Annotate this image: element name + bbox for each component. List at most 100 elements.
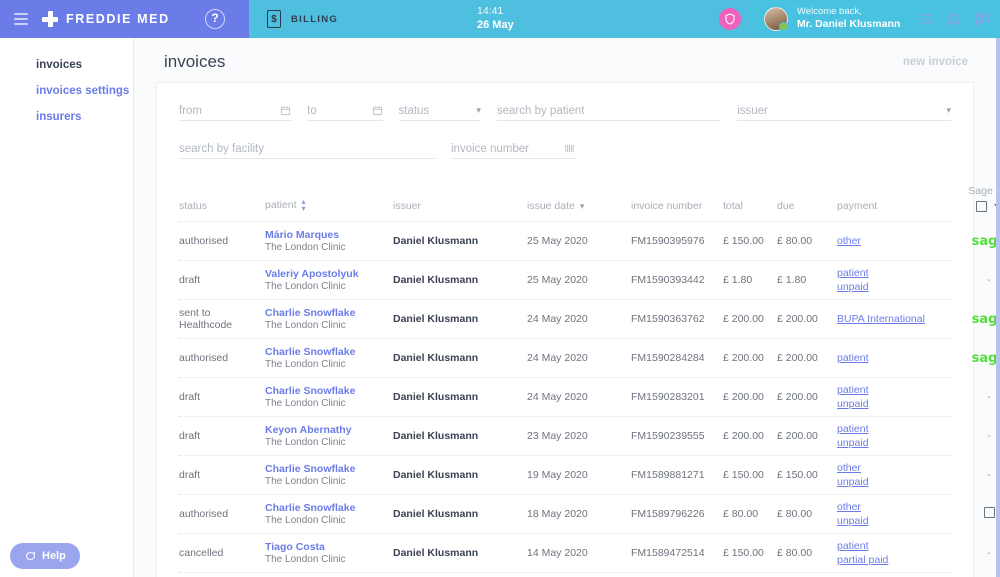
th-patient[interactable]: patient ▴▾ [265,198,393,212]
cell-patient[interactable]: Tiago CostaThe London Clinic [265,541,393,565]
search-facility-input[interactable]: search by facility [179,139,435,159]
new-invoice-button[interactable]: new invoice [903,56,968,68]
cell-sage[interactable] [961,507,1000,521]
cell-payment[interactable]: patient [837,351,961,365]
chevron-down-icon[interactable]: ▾ [580,201,585,212]
th-sage-label: Sage int. [961,185,1000,197]
sage-row-checkbox[interactable] [984,507,995,518]
cell-sage[interactable]: - [961,469,1000,481]
issuer-label: issuer [737,105,768,117]
cell-sage[interactable]: - [961,391,1000,403]
cell-issuer: Daniel Klusmann [393,313,527,325]
cell-sage[interactable]: - [961,547,1000,559]
cell-sage[interactable]: sage [961,234,1000,249]
patient-name-link[interactable]: Mário Marques [265,229,393,241]
issuer-select[interactable]: issuer ▾ [737,101,951,121]
patient-name-link[interactable]: Charlie Snowflake [265,385,393,397]
status-select[interactable]: status ▾ [399,101,481,121]
cell-sage[interactable]: - [961,274,1000,286]
cell-payment[interactable]: other [837,234,961,248]
cell-sage[interactable]: - [961,430,1000,442]
chat-icon[interactable] [974,11,990,27]
sidebar-item-invoices-settings[interactable]: invoices settings [0,78,133,104]
table-row[interactable]: draftValeriy ApostolyukThe London Clinic… [179,260,951,299]
payment-status-link[interactable]: unpaid [837,397,961,411]
cell-patient[interactable]: Valeriy ApostolyukThe London Clinic [265,268,393,292]
th-issue-date[interactable]: issue date ▾ [527,200,631,212]
payment-payer-link[interactable]: BUPA International [837,312,961,326]
table-row[interactable]: draftCharlie SnowflakeThe London ClinicD… [179,377,951,416]
cell-sage[interactable]: sage [961,312,1000,327]
calendar-icon[interactable] [280,105,291,116]
table-row[interactable]: authorisedAlfonso BartoliThe London Clin… [179,572,951,577]
invoice-number-input[interactable]: invoice number [451,139,575,159]
payment-status-link[interactable]: unpaid [837,475,961,489]
cell-payment[interactable]: otherunpaid [837,461,961,489]
patient-name-link[interactable]: Keyon Abernathy [265,424,393,436]
help-widget-button[interactable]: Help [10,543,80,569]
patient-name-link[interactable]: Charlie Snowflake [265,346,393,358]
cell-sage[interactable]: sage [961,351,1000,366]
cell-payment[interactable]: patientunpaid [837,422,961,450]
table-row[interactable]: authorisedMário MarquesThe London Clinic… [179,221,951,260]
cell-payment[interactable]: patientpartial paid [837,539,961,567]
payment-status-link[interactable]: unpaid [837,436,961,450]
table-row[interactable]: sent to HealthcodeCharlie SnowflakeThe L… [179,299,951,338]
calendar-icon[interactable] [372,105,383,116]
payment-payer-link[interactable]: patient [837,266,961,280]
payment-payer-link[interactable]: other [837,461,961,475]
cell-patient[interactable]: Charlie SnowflakeThe London Clinic [265,307,393,331]
chevron-down-icon[interactable]: ▾ [946,105,951,116]
task-list-icon[interactable] [918,11,934,27]
table-row[interactable]: authorisedCharlie SnowflakeThe London Cl… [179,338,951,377]
patient-name-link[interactable]: Tiago Costa [265,541,393,553]
date-to-field[interactable]: to [307,101,382,121]
billing-module-tab[interactable]: $ BILLING [249,10,338,28]
patient-name-link[interactable]: Valeriy Apostolyuk [265,268,393,280]
shield-badge-icon[interactable] [719,8,741,30]
payment-payer-link[interactable]: other [837,500,961,514]
payment-payer-link[interactable]: patient [837,383,961,397]
cell-patient[interactable]: Charlie SnowflakeThe London Clinic [265,346,393,370]
sage-select-all-checkbox[interactable] [976,201,987,212]
cell-payment[interactable]: otherunpaid [837,500,961,528]
payment-payer-link[interactable]: other [837,234,961,248]
caret-down-icon[interactable] [994,204,1000,209]
cell-patient[interactable]: Charlie SnowflakeThe London Clinic [265,463,393,487]
cell-patient[interactable]: Keyon AbernathyThe London Clinic [265,424,393,448]
date-from-field[interactable]: from [179,101,291,121]
cell-patient[interactable]: Charlie SnowflakeThe London Clinic [265,502,393,526]
sort-icon[interactable]: ▴▾ [302,198,306,212]
cell-payment[interactable]: patientunpaid [837,266,961,294]
table-row[interactable]: cancelledTiago CostaThe London ClinicDan… [179,533,951,572]
chevron-down-icon[interactable]: ▾ [476,105,481,116]
user-section: Welcome back, Mr. Daniel Klusmann [750,0,1000,38]
cell-issue-date: 24 May 2020 [527,313,631,325]
payment-status-link[interactable]: unpaid [837,514,961,528]
payment-payer-link[interactable]: patient [837,351,961,365]
bell-icon[interactable] [946,11,962,27]
cell-patient[interactable]: Mário MarquesThe London Clinic [265,229,393,253]
cell-payment[interactable]: patientunpaid [837,383,961,411]
avatar[interactable] [764,7,788,31]
search-patient-input[interactable]: search by patient [497,101,721,121]
payment-payer-link[interactable]: patient [837,422,961,436]
sidebar-item-insurers[interactable]: insurers [0,104,133,130]
help-question-icon[interactable]: ? [205,9,225,29]
table-row[interactable]: draftCharlie SnowflakeThe London ClinicD… [179,455,951,494]
sidebar-item-invoices[interactable]: invoices [0,52,133,78]
patient-name-link[interactable]: Charlie Snowflake [265,307,393,319]
patient-name-link[interactable]: Charlie Snowflake [265,463,393,475]
table-row[interactable]: authorisedCharlie SnowflakeThe London Cl… [179,494,951,533]
payment-status-link[interactable]: partial paid [837,553,961,567]
cell-payment[interactable]: BUPA International [837,312,961,326]
patient-name-link[interactable]: Charlie Snowflake [265,502,393,514]
sage-logo-icon: sage [972,312,1000,327]
invoice-number-label: invoice number [451,143,529,155]
cell-patient[interactable]: Charlie SnowflakeThe London Clinic [265,385,393,409]
payment-status-link[interactable]: unpaid [837,280,961,294]
hamburger-icon[interactable] [14,13,28,25]
payment-payer-link[interactable]: patient [837,539,961,553]
barcode-icon[interactable] [564,143,575,154]
table-row[interactable]: draftKeyon AbernathyThe London ClinicDan… [179,416,951,455]
